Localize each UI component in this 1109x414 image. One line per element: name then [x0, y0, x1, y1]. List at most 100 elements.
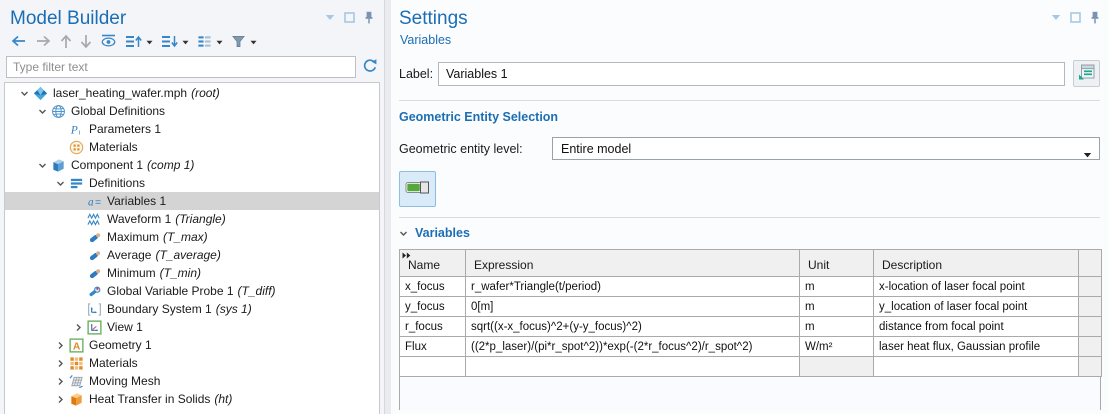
tree-item[interactable]: Materials	[5, 354, 379, 372]
cell-name[interactable]	[400, 357, 466, 377]
cell-expression[interactable]: 0[m]	[466, 297, 800, 317]
cell-gutter	[1079, 277, 1102, 297]
separator	[399, 100, 1100, 101]
refresh-button[interactable]	[362, 58, 378, 77]
probe-icon	[86, 230, 102, 245]
float-window-icon[interactable]	[1070, 12, 1081, 23]
tree-item[interactable]: Waveform 1(Triangle)	[5, 210, 379, 228]
tree-item[interactable]: laser_heating_wafer.mph(root)	[5, 84, 379, 102]
cell-expression[interactable]: sqrt((x-x_focus)^2+(y-y_focus)^2)	[466, 317, 800, 337]
tree-item[interactable]: Global Variable Probe 1(T_diff)	[5, 282, 379, 300]
cell-description[interactable]: laser heat flux, Gaussian profile	[874, 337, 1079, 357]
chevron-right-icon[interactable]	[53, 395, 68, 404]
tree-item[interactable]: Heat Transfer in Solids(ht)	[5, 390, 379, 408]
caret-down-icon[interactable]	[146, 40, 153, 45]
chevron-down-icon	[399, 229, 408, 238]
tree-item[interactable]: Maximum(T_max)	[5, 228, 379, 246]
filter-input[interactable]	[6, 56, 356, 78]
cell-description[interactable]	[874, 357, 1079, 377]
panel-menu-icon[interactable]	[1051, 14, 1061, 21]
show-eye-button[interactable]	[98, 33, 119, 52]
caret-down-icon[interactable]	[216, 40, 223, 45]
chevron-right-icon[interactable]	[53, 341, 68, 350]
selection-active-toggle-button[interactable]	[399, 171, 436, 207]
expand-columns-icon[interactable]	[402, 252, 411, 259]
chevron-down-icon[interactable]	[53, 179, 68, 188]
cell-unit[interactable]: m	[800, 317, 874, 337]
cell-unit[interactable]: m	[800, 277, 874, 297]
filter-funnel-button[interactable]	[229, 33, 259, 53]
tree-item[interactable]: View 1	[5, 318, 379, 336]
toggle-active-icon	[405, 179, 430, 199]
cell-expression[interactable]: r_wafer*Triangle(t/period)	[466, 277, 800, 297]
view-icon	[86, 320, 102, 335]
geometric-entity-level-select[interactable]: Entire model	[552, 137, 1100, 160]
svg-text:i: i	[78, 129, 80, 136]
cell-description[interactable]: x-location of laser focal point	[874, 277, 1079, 297]
variables-section-title: Variables	[415, 226, 470, 240]
tree-item[interactable]: Moving Mesh	[5, 372, 379, 390]
expand-list-button[interactable]	[123, 33, 155, 53]
back-arrow-button[interactable]	[8, 34, 29, 51]
tree-item[interactable]: Definitions	[5, 174, 379, 192]
model-builder-title: Model Builder	[10, 7, 126, 30]
tree-item[interactable]: Component 1(comp 1)	[5, 156, 379, 174]
tree-item[interactable]: Materials	[5, 138, 379, 156]
move-up-arrow-button[interactable]	[58, 33, 74, 53]
model-tree: laser_heating_wafer.mph(root)Global Defi…	[4, 82, 380, 414]
panel-menu-icon[interactable]	[325, 14, 335, 21]
model-root-icon	[32, 86, 48, 101]
variable-row: Flux((2*p_laser)/(pi*r_spot^2))*exp(-(2*…	[400, 337, 1102, 357]
cell-description[interactable]: distance from focal point	[874, 317, 1079, 337]
geometric-entity-level-row: Geometric entity level: Entire model	[399, 137, 1100, 160]
tree-item-label: Heat Transfer in Solids	[89, 392, 210, 406]
settings-title: Settings	[399, 7, 468, 30]
pin-icon[interactable]	[1090, 11, 1100, 24]
tree-item-label: Geometry 1	[89, 338, 152, 352]
caret-down-icon[interactable]	[182, 40, 189, 45]
chevron-down-icon[interactable]	[17, 89, 32, 98]
cell-name[interactable]: r_focus	[400, 317, 466, 337]
tree-item-annotation: (T_min)	[160, 266, 201, 280]
model-builder-header: Model Builder	[0, 0, 384, 30]
cell-unit[interactable]: W/m²	[800, 337, 874, 357]
chevron-right-icon[interactable]	[53, 359, 68, 368]
label-input[interactable]	[438, 62, 1065, 86]
chevron-right-icon[interactable]	[53, 377, 68, 386]
cell-name[interactable]: Flux	[400, 337, 466, 357]
tree-item[interactable]: Average(T_average)	[5, 246, 379, 264]
tree-item[interactable]: Global Definitions	[5, 102, 379, 120]
cell-unit[interactable]: m	[800, 297, 874, 317]
svg-text:P: P	[69, 124, 77, 136]
global-probe-icon	[86, 284, 102, 299]
chevron-down-icon[interactable]	[35, 161, 50, 170]
cell-description[interactable]: y_location of laser focal point	[874, 297, 1079, 317]
tree-item[interactable]: a=Variables 1	[5, 192, 379, 210]
cell-unit[interactable]	[800, 357, 874, 377]
variables-section-heading[interactable]: Variables	[399, 226, 1100, 240]
chevron-right-icon[interactable]	[71, 323, 86, 332]
chevron-down-icon[interactable]	[35, 107, 50, 116]
cell-expression[interactable]	[466, 357, 800, 377]
model-builder-window-controls	[325, 11, 374, 24]
tree-item[interactable]: Minimum(T_min)	[5, 264, 379, 282]
tree-item[interactable]: PiParameters 1	[5, 120, 379, 138]
filter-funnel-icon	[231, 34, 246, 52]
tree-item[interactable]: Boundary System 1(sys 1)	[5, 300, 379, 318]
move-down-arrow-button[interactable]	[78, 33, 94, 53]
label-options-button[interactable]	[1073, 60, 1100, 87]
label-field-caption: Label:	[399, 67, 438, 81]
node-label-icon	[197, 34, 212, 52]
float-window-icon[interactable]	[344, 12, 355, 23]
variable-row: r_focussqrt((x-x_focus)^2+(y-y_focus)^2)…	[400, 317, 1102, 337]
pin-icon[interactable]	[364, 11, 374, 24]
caret-down-icon[interactable]	[250, 40, 257, 45]
collapse-list-button[interactable]	[159, 33, 191, 53]
forward-arrow-button[interactable]	[33, 34, 54, 51]
cell-name[interactable]: x_focus	[400, 277, 466, 297]
tree-item[interactable]: AGeometry 1	[5, 336, 379, 354]
tree-item-annotation: (comp 1)	[147, 158, 194, 172]
node-label-button[interactable]	[195, 33, 225, 53]
cell-name[interactable]: y_focus	[400, 297, 466, 317]
cell-expression[interactable]: ((2*p_laser)/(pi*r_spot^2))*exp(-(2*r_fo…	[466, 337, 800, 357]
